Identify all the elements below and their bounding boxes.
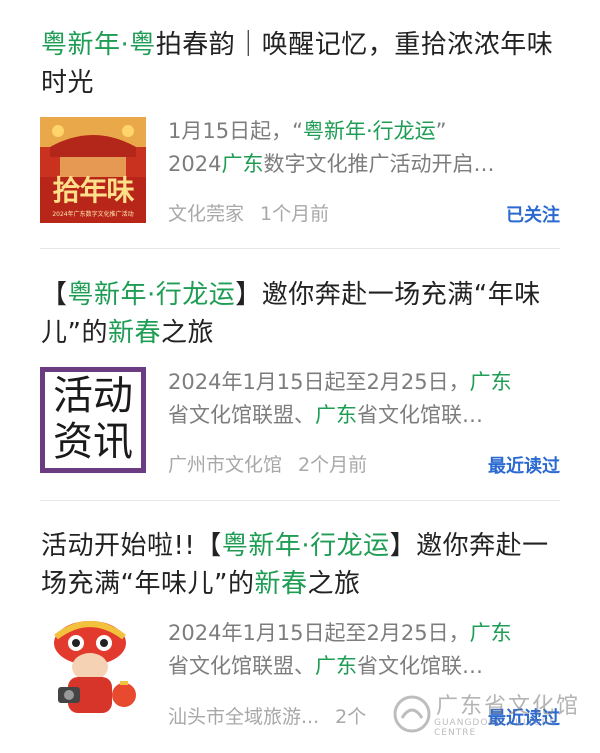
highlight-keyword: 广东: [315, 654, 357, 678]
article-source[interactable]: 文化莞家: [168, 203, 244, 225]
text-segment: 【: [41, 280, 68, 310]
article-thumbnail[interactable]: 活动 资讯: [40, 367, 146, 473]
thumbnail-title: 拾年味: [52, 174, 134, 207]
highlight-keyword: 粤新年·行龙运: [221, 531, 390, 561]
watermark-logo: 广东省文化馆 GUANGDONG CULTURE CENTRE: [392, 686, 592, 746]
text-segment: 1月15日起，“: [168, 119, 303, 143]
text-segment: ”: [435, 119, 447, 143]
thumbnail-text-2: 资讯: [53, 419, 133, 465]
text-segment: 2024年1月15日起至2月25日，: [168, 621, 470, 645]
text-segment: 之旅: [307, 569, 361, 599]
article-title[interactable]: 【粤新年·行龙运】邀你奔赴一场充满“年味儿”的新春之旅: [41, 276, 561, 352]
thumbnail-caption: 2024年广东数字文化推广活动: [52, 211, 134, 218]
highlight-keyword: 广东: [469, 621, 512, 645]
highlight-keyword: 广东: [315, 403, 357, 427]
article-source[interactable]: 广州市文化馆: [168, 454, 282, 476]
text-segment: 数字文化推广活动开启…: [263, 152, 495, 176]
article-time: 2个月前: [298, 454, 368, 476]
thumbnail-text-1: 活动: [53, 373, 133, 419]
article-time: 1个月前: [260, 203, 330, 225]
article-list: 粤新年·粤拍春韵｜唤醒记忆，重拾浓浓年味时光 拾年味 2024年广东数字文化推广…: [0, 0, 600, 753]
divider: [40, 500, 560, 501]
article-summary: 2024年1月15日起至2月25日，广东 省文化馆联盟、广东省文化馆联…: [168, 617, 560, 683]
followed-badge: 已关注: [506, 205, 560, 226]
article-title[interactable]: 粤新年·粤拍春韵｜唤醒记忆，重拾浓浓年味时光: [41, 26, 561, 102]
article-meta: 广州市文化馆 2个月前: [168, 450, 383, 477]
divider: [40, 248, 560, 249]
highlight-keyword: 粤新年·粤: [41, 30, 156, 60]
article-meta: 汕头市全域旅游... 2个: [168, 702, 382, 729]
article-thumbnail[interactable]: 拾年味 2024年广东数字文化推广活动: [40, 117, 146, 223]
article-title[interactable]: 活动开始啦!!【粤新年·行龙运】邀你奔赴一场充满“年味儿”的新春之旅: [41, 527, 561, 603]
text-segment: 省文化馆联…: [357, 654, 483, 678]
recently-read-badge: 最近读过: [488, 456, 560, 477]
highlight-keyword: 广东: [221, 152, 264, 176]
article-summary: 2024年1月15日起至2月25日，广东 省文化馆联盟、广东省文化馆联…: [168, 366, 560, 432]
text-segment: 活动开始啦!!【: [41, 531, 222, 561]
highlight-keyword: 广东: [469, 370, 512, 394]
highlight-keyword: 新春: [107, 318, 161, 348]
article-time: 2个: [335, 706, 367, 728]
watermark-text: 广东省文化馆: [436, 694, 581, 719]
article-thumbnail[interactable]: [40, 615, 146, 721]
lion-mascot-icon: [40, 615, 146, 721]
article-meta: 文化莞家 1个月前: [168, 199, 345, 226]
text-segment: 省文化馆联…: [357, 403, 483, 427]
watermark-emblem-icon: [393, 695, 431, 733]
text-segment: 之旅: [161, 318, 215, 348]
highlight-keyword: 新春: [254, 569, 308, 599]
text-segment: 2024: [168, 152, 222, 176]
highlight-keyword: 粤新年·行龙运: [302, 119, 436, 143]
article-source[interactable]: 汕头市全域旅游...: [168, 706, 319, 728]
text-segment: 省文化馆联盟、: [168, 403, 315, 427]
article-summary: 1月15日起，“粤新年·行龙运” 2024广东数字文化推广活动开启…: [168, 115, 560, 181]
watermark-subtext: GUANGDONG CULTURE CENTRE: [434, 718, 556, 738]
text-segment: 省文化馆联盟、: [168, 654, 315, 678]
text-segment: 2024年1月15日起至2月25日，: [168, 370, 470, 394]
highlight-keyword: 粤新年·行龙运: [67, 280, 236, 310]
